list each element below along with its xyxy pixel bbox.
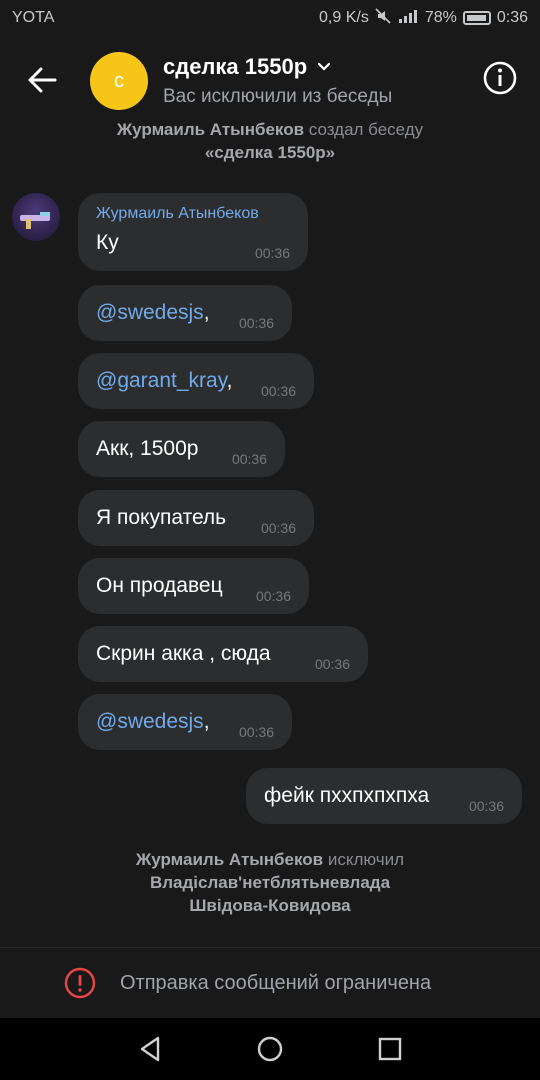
signal-icon [397,8,419,29]
notice-target-surname[interactable]: Швідова-Ковидова [189,896,350,915]
message-bubble[interactable]: @swedesjs, 00:36 [78,285,292,341]
restricted-notice: Отправка сообщений ограничена [120,972,432,994]
chat-created-notice: Журмаиль Атынбеков создал беседу «сделка… [116,120,424,162]
mention-link[interactable]: @swedesjs [96,710,204,733]
message-text: Акк, 1500р [96,437,199,460]
info-icon [483,61,517,95]
notice-actor[interactable]: Журмаиль Атынбеков [136,850,323,869]
warning-icon [64,967,96,999]
message-time: 00:36 [238,724,274,740]
nav-back-icon[interactable] [136,1034,166,1064]
message-bubble[interactable]: Журмаиль Атынбеков Ку 00:36 [78,193,308,271]
outgoing-message-bubble[interactable]: фейк пххпхпхпха 00:36 [246,768,522,824]
mention-link[interactable]: @garant_kray [96,369,227,392]
notice-chat-name: «сделка 1550р» [204,143,336,162]
notice-target[interactable]: Владіслав'нетблятьневлада [150,873,390,892]
message-time: 00:36 [255,588,291,604]
message-text: Ку [96,231,119,254]
battery-percent: 78% [424,9,457,26]
mute-icon [375,7,391,29]
chat-avatar[interactable]: с [90,52,148,110]
avatar[interactable] [12,193,60,241]
info-button[interactable] [482,60,518,96]
nav-home-icon[interactable] [255,1034,285,1064]
message-time: 00:36 [231,451,267,467]
chat-title-button[interactable]: сделка 1550р [163,54,331,80]
message-time: 00:36 [254,245,290,261]
composer-restricted-bar: Отправка сообщений ограничена [0,947,540,1018]
message-time: 00:36 [238,315,274,331]
mention-link[interactable]: @swedesjs [96,301,204,324]
message-bubble[interactable]: Акк, 1500р 00:36 [78,421,285,477]
message-time: 00:36 [468,798,504,814]
carrier-label: YOTA [12,9,55,26]
arrow-left-icon [28,67,57,93]
clock: 0:36 [496,9,528,26]
battery-icon [462,11,491,25]
message-time: 00:36 [260,383,296,399]
message-text: фейк пххпхпхпха [264,784,430,807]
message-bubble[interactable]: @garant_kray, 00:36 [78,353,314,409]
message-text: Скрин акка , сюда [96,642,271,665]
notice-actor[interactable]: Журмаиль Атынбеков [117,120,304,139]
message-text: Он продавец [96,574,223,597]
avatar-image [20,212,50,229]
chevron-down-icon [318,62,331,71]
user-excluded-notice: Журмаиль Атынбеков исключил Владіслав'не… [135,850,405,915]
message-bubble[interactable]: Я покупатель 00:36 [78,490,314,546]
chat-subtitle: Вас исключили из беседы [163,86,393,107]
network-speed: 0,9 K/s [319,9,369,26]
message-bubble[interactable]: Он продавец 00:36 [78,558,309,614]
message-text: Я покупатель [96,506,227,529]
system-navigation-bar [0,1018,540,1080]
back-button[interactable] [22,60,62,100]
message-time: 00:36 [314,656,350,672]
nav-recents-icon[interactable] [375,1034,405,1064]
chat-header: с сделка 1550р Вас исключили из беседы [0,40,540,120]
message-sender[interactable]: Журмаиль Атынбеков [96,205,259,223]
message-bubble[interactable]: @swedesjs, 00:36 [78,694,292,750]
message-time: 00:36 [260,520,296,536]
chat-title: сделка 1550р [163,54,308,79]
message-bubble[interactable]: Скрин акка , сюда 00:36 [78,626,368,682]
status-bar: YOTA 0,9 K/s 78% 0:36 [0,0,540,36]
